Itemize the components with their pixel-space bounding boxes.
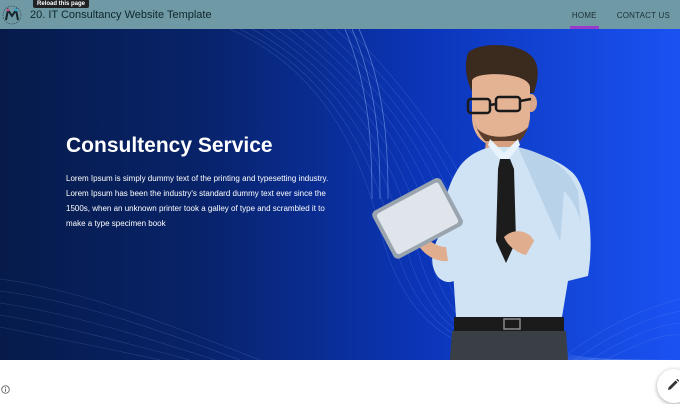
main-nav: HOME CONTACT US: [562, 0, 680, 29]
logo-icon[interactable]: [2, 5, 22, 25]
hero-description: Lorem Ipsum is simply dummy text of the …: [66, 174, 329, 228]
nav-home[interactable]: HOME: [562, 0, 607, 29]
top-bar: 20. IT Consultancy Website Template HOME…: [0, 0, 680, 29]
reload-tooltip: Reload this page: [33, 0, 90, 8]
nav-contact-us[interactable]: CONTACT US: [607, 0, 680, 29]
edit-button[interactable]: [657, 369, 680, 403]
hero-section: Consultency Service Lorem Ipsum is simpl…: [0, 29, 680, 360]
info-icon[interactable]: [1, 385, 10, 394]
pencil-icon: [668, 378, 680, 390]
hero-title: Consultency Service: [66, 134, 273, 157]
businessman-with-tablet-image: [372, 44, 591, 360]
site-title: 20. IT Consultancy Website Template: [30, 9, 212, 21]
